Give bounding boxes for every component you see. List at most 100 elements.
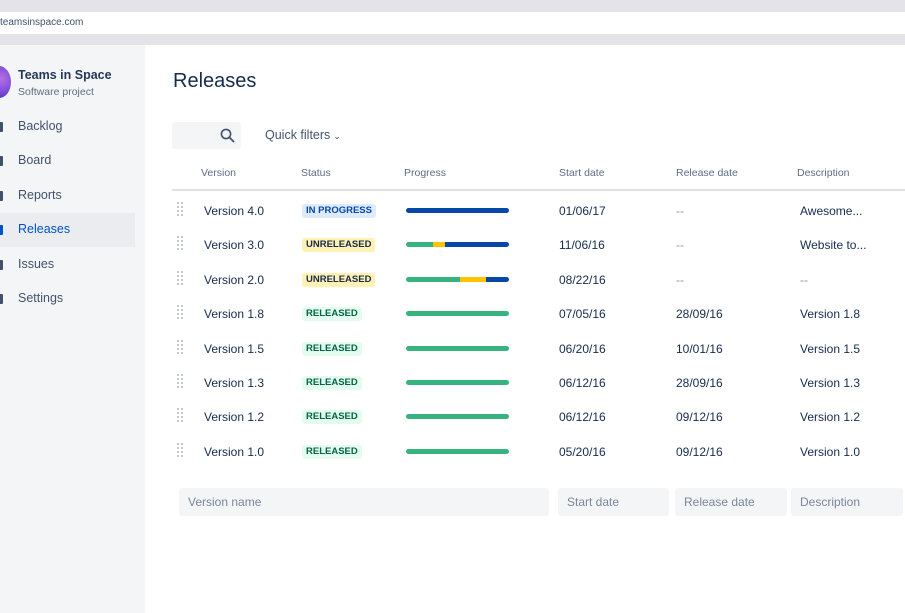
release-date-cell: 09/12/16 bbox=[676, 410, 723, 425]
sidebar-item-reports[interactable]: Reports bbox=[0, 179, 135, 213]
start-date-input[interactable]: Start date bbox=[558, 488, 669, 516]
column-header-description[interactable]: Description bbox=[797, 167, 850, 179]
status-badge: RELEASED bbox=[302, 376, 362, 390]
table-row[interactable]: Version 1.0 RELEASED 05/20/16 09/12/16 Versi… bbox=[172, 433, 905, 467]
table-row[interactable]: Version 4.0 IN PROGRESS 01/06/17 -- Awesome.… bbox=[172, 192, 905, 226]
version-cell[interactable]: Version 1.2 bbox=[204, 410, 264, 424]
start-date-cell: 01/06/17 bbox=[559, 204, 606, 218]
sidebar-item-settings[interactable]: Settings bbox=[0, 282, 135, 316]
description-cell: Version 1.5 bbox=[800, 341, 861, 356]
progress-bar bbox=[406, 414, 509, 420]
progress-bar bbox=[406, 242, 509, 248]
progress-bar bbox=[406, 345, 509, 351]
description-cell: Version 1.2 bbox=[800, 410, 861, 425]
version-cell[interactable]: Version 1.0 bbox=[204, 445, 264, 459]
address-bar[interactable]: teamsinspace.com bbox=[0, 12, 905, 34]
release-date-cell: 28/09/16 bbox=[676, 376, 723, 390]
release-date-placeholder: Release date bbox=[684, 495, 755, 509]
column-header-progress[interactable]: Progress bbox=[404, 167, 446, 179]
release-date-cell: -- bbox=[676, 238, 684, 253]
search-input[interactable] bbox=[172, 122, 241, 149]
table-row[interactable]: Version 1.3 RELEASED 06/12/16 28/09/16 Versi… bbox=[172, 364, 905, 398]
browser-toolbar bbox=[0, 34, 905, 45]
progress-bar bbox=[406, 311, 509, 317]
drag-handle-icon[interactable] bbox=[177, 442, 184, 457]
release-date-cell: -- bbox=[676, 272, 684, 287]
table-row[interactable]: Version 1.5 RELEASED 06/20/16 10/01/16 Versi… bbox=[172, 330, 905, 364]
sidebar-item-label: Issues bbox=[18, 257, 55, 271]
board-icon bbox=[0, 156, 3, 166]
backlog-icon bbox=[0, 122, 3, 132]
issues-icon bbox=[0, 260, 3, 270]
progress-segment-todo bbox=[445, 242, 509, 248]
description-cell: Version 1.0 bbox=[800, 444, 861, 459]
project-name[interactable]: Teams in Space bbox=[18, 68, 112, 82]
sidebar-item-issues[interactable]: Issues bbox=[0, 248, 135, 282]
header-divider bbox=[172, 189, 905, 191]
start-date-cell: 06/12/16 bbox=[559, 376, 606, 390]
table-row[interactable]: Version 2.0 UNRELEASED 08/22/16 -- -- bbox=[172, 261, 905, 295]
project-avatar[interactable] bbox=[0, 66, 11, 98]
sidebar-item-releases[interactable]: Releases bbox=[0, 213, 135, 247]
description-cell: Version 1.3 bbox=[800, 376, 861, 390]
drag-handle-icon[interactable] bbox=[177, 339, 184, 354]
table-row[interactable]: Version 1.2 RELEASED 06/12/16 09/12/16 Versi… bbox=[172, 398, 905, 432]
progress-bar bbox=[406, 208, 509, 213]
version-name-input[interactable]: Version name bbox=[179, 488, 549, 516]
version-cell[interactable]: Version 2.0 bbox=[204, 273, 264, 287]
column-header-version[interactable]: Version bbox=[201, 167, 236, 179]
description-cell: Awesome... bbox=[800, 204, 863, 218]
chevron-down-icon: ⌄ bbox=[333, 131, 341, 141]
description-cell: Website to... bbox=[800, 238, 867, 253]
progress-segment-done bbox=[406, 276, 460, 282]
progress-bar bbox=[406, 276, 509, 282]
version-cell[interactable]: Version 1.3 bbox=[204, 376, 264, 390]
release-date-cell: -- bbox=[676, 204, 684, 218]
drag-handle-icon[interactable] bbox=[177, 270, 184, 285]
version-cell[interactable]: Version 1.8 bbox=[204, 307, 264, 321]
quick-filters-dropdown[interactable]: Quick filters ⌄ bbox=[265, 128, 341, 142]
drag-handle-icon[interactable] bbox=[177, 236, 184, 251]
sidebar-item-label: Reports bbox=[18, 188, 62, 202]
status-badge: IN PROGRESS bbox=[302, 204, 376, 218]
progress-segment-done bbox=[406, 414, 509, 420]
version-cell[interactable]: Version 1.5 bbox=[204, 342, 264, 356]
table-row[interactable]: Version 1.8 RELEASED 07/05/16 28/09/16 Versi… bbox=[172, 295, 905, 329]
settings-icon bbox=[0, 294, 3, 304]
sidebar-item-board[interactable]: Board bbox=[0, 144, 135, 178]
release-date-input[interactable]: Release date bbox=[675, 488, 787, 516]
description-input[interactable]: Description bbox=[791, 488, 903, 516]
start-date-placeholder: Start date bbox=[567, 495, 620, 509]
status-badge: RELEASED bbox=[302, 410, 362, 425]
version-cell[interactable]: Version 3.0 bbox=[204, 238, 264, 252]
drag-handle-icon[interactable] bbox=[177, 305, 184, 320]
column-header-status[interactable]: Status bbox=[301, 167, 331, 179]
progress-segment-done bbox=[406, 448, 509, 454]
description-placeholder: Description bbox=[800, 495, 861, 509]
page-title: Releases bbox=[173, 70, 257, 92]
progress-segment-in-progress bbox=[432, 242, 446, 248]
column-header-release-date[interactable]: Release date bbox=[676, 167, 738, 179]
progress-segment-done bbox=[406, 380, 509, 385]
status-badge: RELEASED bbox=[302, 307, 362, 322]
releases-icon bbox=[0, 225, 3, 235]
project-type: Software project bbox=[18, 86, 94, 98]
release-date-cell: 28/09/16 bbox=[676, 307, 723, 322]
table-row[interactable]: Version 3.0 UNRELEASED 11/06/16 -- Website t… bbox=[172, 226, 905, 260]
start-date-cell: 06/20/16 bbox=[559, 341, 606, 356]
start-date-cell: 08/22/16 bbox=[559, 272, 606, 287]
quick-filters-label: Quick filters bbox=[265, 128, 331, 142]
column-header-start-date[interactable]: Start date bbox=[559, 167, 605, 179]
progress-segment-todo bbox=[406, 208, 509, 213]
version-name-placeholder: Version name bbox=[188, 495, 262, 509]
search-icon bbox=[220, 128, 235, 143]
drag-handle-icon[interactable] bbox=[177, 408, 184, 423]
start-date-cell: 07/05/16 bbox=[559, 307, 606, 322]
status-badge: RELEASED bbox=[302, 444, 362, 459]
version-cell[interactable]: Version 4.0 bbox=[204, 204, 264, 218]
drag-handle-icon[interactable] bbox=[177, 202, 184, 216]
drag-handle-icon[interactable] bbox=[177, 374, 184, 388]
start-date-cell: 11/06/16 bbox=[559, 238, 605, 253]
sidebar-item-backlog[interactable]: Backlog bbox=[0, 110, 135, 144]
reports-icon bbox=[0, 191, 3, 201]
